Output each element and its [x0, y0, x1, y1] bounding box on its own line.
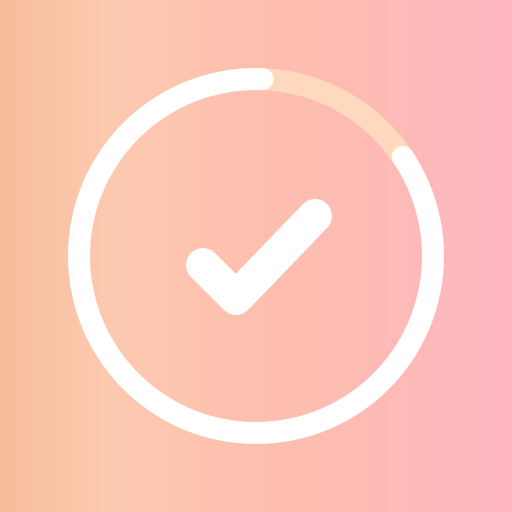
check-icon	[186, 199, 332, 315]
app-icon	[0, 0, 512, 512]
progress-check-graphic	[68, 68, 444, 444]
